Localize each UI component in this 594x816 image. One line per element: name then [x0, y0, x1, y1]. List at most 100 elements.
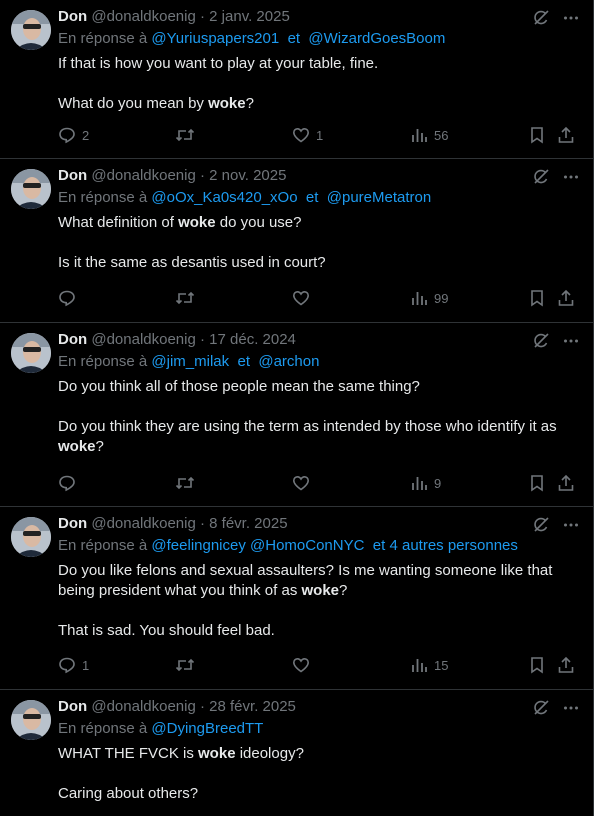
share-button[interactable] — [557, 656, 575, 674]
avatar[interactable] — [11, 700, 51, 740]
username[interactable]: @donaldkoenig — [91, 331, 195, 348]
bookmark-button[interactable] — [528, 289, 546, 307]
reply-context: En réponse à @jim_milak et @archon — [58, 353, 319, 371]
display-name[interactable]: Don — [58, 167, 87, 184]
views-count: 15 — [434, 657, 449, 673]
views-icon — [410, 656, 428, 674]
reply-icon — [58, 474, 76, 492]
more-icon[interactable] — [562, 699, 580, 722]
text-span: That is sad. You should feel bad. — [58, 622, 275, 639]
retweet-button[interactable] — [175, 474, 201, 492]
more-mentions-link[interactable]: et 4 autres personnes — [373, 537, 518, 554]
bookmark-icon — [528, 126, 546, 144]
display-name[interactable]: Don — [58, 698, 87, 715]
share-icon — [557, 474, 575, 492]
bold-keyword: woke — [198, 745, 236, 762]
display-name[interactable]: Don — [58, 331, 87, 348]
retweet-icon — [175, 656, 195, 674]
reply-button[interactable] — [58, 289, 82, 307]
timestamp[interactable]: · 17 déc. 2024 — [200, 331, 296, 348]
more-icon[interactable] — [562, 9, 580, 32]
like-button[interactable] — [292, 656, 316, 674]
tweet[interactable]: Don @donaldkoenig · 17 déc. 2024 En répo… — [0, 323, 594, 507]
retweet-button[interactable] — [175, 656, 201, 674]
avatar[interactable] — [11, 10, 51, 50]
mention-link[interactable]: @DyingBreedTT — [151, 720, 263, 737]
retweet-button[interactable] — [175, 289, 201, 307]
views-button[interactable]: 99 — [410, 289, 448, 307]
grok-icon[interactable] — [532, 699, 550, 722]
username[interactable]: @donaldkoenig — [91, 167, 195, 184]
like-button[interactable]: 1 — [292, 126, 323, 144]
mention-link[interactable]: @feelingnicey @HomoConNYC — [151, 537, 364, 554]
reply-context: En réponse à @Yuriuspapers201 et @Wizard… — [58, 30, 445, 48]
avatar[interactable] — [11, 169, 51, 209]
grok-icon[interactable] — [532, 332, 550, 355]
views-button[interactable]: 15 — [410, 656, 448, 674]
bookmark-button[interactable] — [528, 474, 546, 492]
reply-separator: et — [237, 353, 250, 370]
bookmark-button[interactable] — [528, 126, 546, 144]
share-button[interactable] — [557, 126, 575, 144]
timestamp[interactable]: · 2 janv. 2025 — [200, 8, 290, 25]
mention-link[interactable]: @jim_milak — [151, 353, 229, 370]
text-span: ideology? — [235, 745, 304, 762]
display-name[interactable]: Don — [58, 515, 87, 532]
share-icon — [557, 289, 575, 307]
grok-icon[interactable] — [532, 516, 550, 539]
mention-link[interactable]: @WizardGoesBoom — [308, 30, 445, 47]
mention-link[interactable]: @archon — [258, 353, 319, 370]
display-name[interactable]: Don — [58, 8, 87, 25]
like-button[interactable] — [292, 474, 316, 492]
mention-link[interactable]: @oOx_Ka0s420_xOo — [151, 189, 297, 206]
more-icon[interactable] — [562, 168, 580, 191]
like-icon — [292, 126, 310, 144]
tweet-text: Do you think all of those people mean th… — [58, 377, 576, 457]
share-button[interactable] — [557, 289, 575, 307]
tweet[interactable]: Don @donaldkoenig · 28 févr. 2025 En rép… — [0, 690, 594, 816]
username[interactable]: @donaldkoenig — [91, 8, 195, 25]
retweet-button[interactable] — [175, 126, 201, 144]
reply-prefix: En réponse à — [58, 353, 148, 370]
avatar[interactable] — [11, 517, 51, 557]
tweet-text: What definition of woke do you use? Is i… — [58, 213, 576, 273]
tweet[interactable]: Don @donaldkoenig · 2 janv. 2025 En répo… — [0, 0, 594, 159]
timestamp[interactable]: · 8 févr. 2025 — [200, 515, 288, 532]
tweet[interactable]: Don @donaldkoenig · 8 févr. 2025 En répo… — [0, 507, 594, 690]
mention-link[interactable]: @pureMetatron — [327, 189, 431, 206]
reply-button[interactable]: 1 — [58, 656, 89, 674]
views-count: 9 — [434, 475, 442, 491]
reply-icon — [58, 126, 76, 144]
reply-icon — [58, 289, 76, 307]
timestamp[interactable]: · 28 févr. 2025 — [200, 698, 296, 715]
text-span: ? — [95, 438, 104, 455]
share-button[interactable] — [557, 474, 575, 492]
timestamp[interactable]: · 2 nov. 2025 — [200, 167, 286, 184]
tweet-header: Don @donaldkoenig · 28 févr. 2025 — [58, 698, 296, 716]
grok-icon[interactable] — [532, 168, 550, 191]
reply-button[interactable]: 2 — [58, 126, 89, 144]
tweet-header: Don @donaldkoenig · 2 nov. 2025 — [58, 167, 286, 185]
text-span: Is it the same as desantis used in court… — [58, 254, 326, 271]
text-span: If that is how you want to play at your … — [58, 55, 379, 72]
reply-prefix: En réponse à — [58, 189, 148, 206]
more-icon[interactable] — [562, 516, 580, 539]
more-icon[interactable] — [562, 332, 580, 355]
avatar[interactable] — [11, 333, 51, 373]
username[interactable]: @donaldkoenig — [91, 698, 195, 715]
views-button[interactable]: 9 — [410, 474, 441, 492]
text-span: Caring about others? — [58, 785, 199, 802]
retweet-icon — [175, 126, 195, 144]
tweet[interactable]: Don @donaldkoenig · 2 nov. 2025 En répon… — [0, 159, 594, 323]
reply-icon — [58, 656, 76, 674]
text-span: ? — [245, 95, 254, 112]
like-button[interactable] — [292, 289, 316, 307]
mention-link[interactable]: @Yuriuspapers201 — [151, 30, 279, 47]
bookmark-button[interactable] — [528, 656, 546, 674]
reply-prefix: En réponse à — [58, 720, 148, 737]
grok-icon[interactable] — [532, 9, 550, 32]
reply-button[interactable] — [58, 474, 82, 492]
username[interactable]: @donaldkoenig — [91, 515, 195, 532]
views-count: 56 — [434, 127, 449, 143]
views-button[interactable]: 56 — [410, 126, 448, 144]
